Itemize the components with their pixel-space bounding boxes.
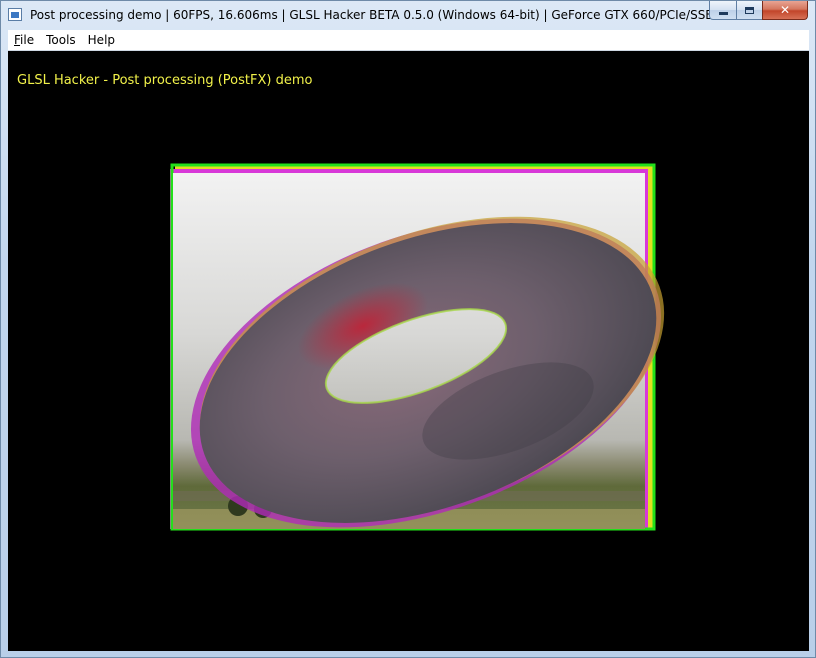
title-bar[interactable]: Post processing demo | 60FPS, 16.606ms |…: [1, 1, 815, 30]
menu-file-label: ile: [20, 33, 35, 47]
demo-overlay-title: GLSL Hacker - Post processing (PostFX) d…: [17, 73, 313, 88]
window-title: Post processing demo | 60FPS, 16.606ms |…: [30, 8, 721, 22]
render-viewport[interactable]: GLSL Hacker - Post processing (PostFX) d…: [8, 51, 809, 651]
app-window: Post processing demo | 60FPS, 16.606ms |…: [0, 0, 816, 658]
minimize-button[interactable]: [709, 1, 736, 20]
menu-help[interactable]: Help: [82, 30, 121, 50]
caption-buttons: ✕: [709, 1, 808, 21]
maximize-icon: [745, 6, 754, 14]
app-icon[interactable]: [8, 8, 22, 21]
minimize-icon: [718, 11, 728, 15]
menu-file[interactable]: File: [8, 30, 40, 50]
postfx-scene: [170, 163, 665, 531]
menu-tools-label: Tools: [46, 33, 76, 47]
menu-tools[interactable]: Tools: [40, 30, 82, 50]
maximize-button[interactable]: [736, 1, 762, 20]
close-icon: ✕: [779, 3, 791, 17]
close-button[interactable]: ✕: [762, 1, 808, 20]
menu-bar: File Tools Help: [8, 30, 809, 51]
menu-help-label: Help: [87, 33, 116, 47]
